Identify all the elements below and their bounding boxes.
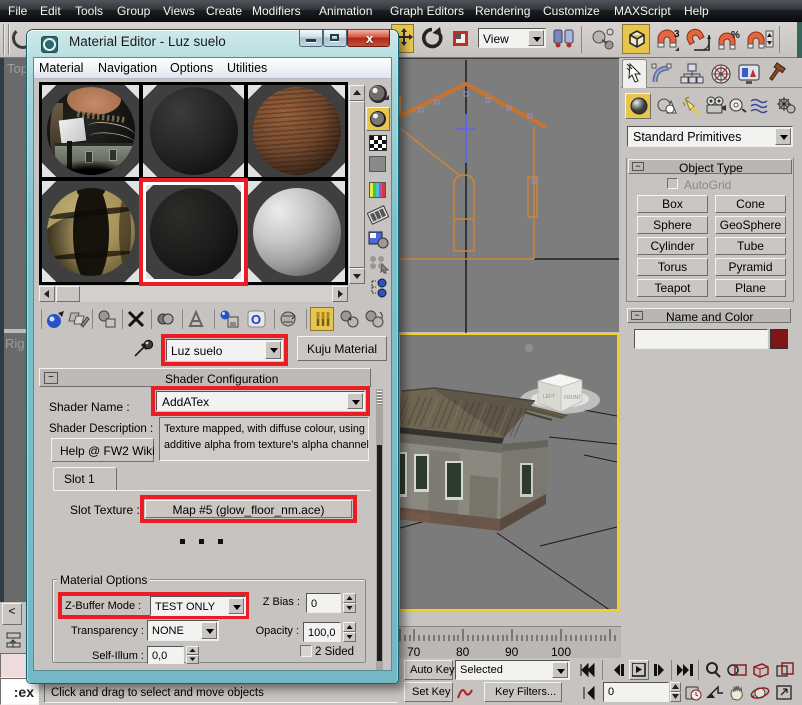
svg-text:LEFT: LEFT [543,394,555,400]
svg-text:O: O [251,312,261,327]
svg-text:FRONT: FRONT [564,395,581,401]
svg-text:3: 3 [674,29,680,40]
svg-text:%: % [731,30,740,41]
